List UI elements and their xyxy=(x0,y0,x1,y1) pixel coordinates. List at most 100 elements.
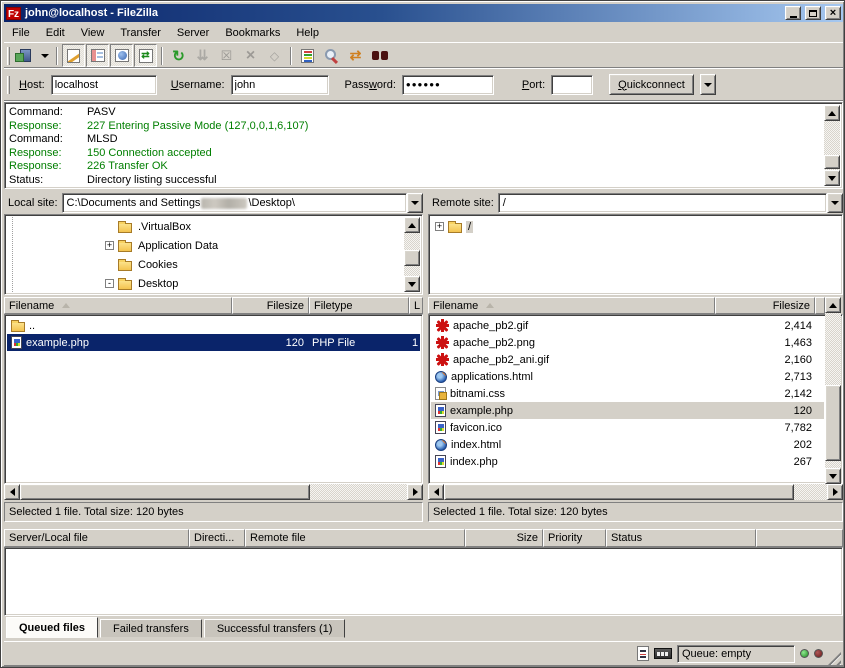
menu-item[interactable]: Edit xyxy=(38,25,73,41)
column-header-filetype[interactable]: Filetype xyxy=(309,297,409,314)
scrollbar-track[interactable] xyxy=(825,313,841,468)
column-header-priority[interactable]: Priority xyxy=(543,529,606,547)
transfer-queue-list[interactable] xyxy=(4,547,843,616)
scrollbar-thumb[interactable] xyxy=(20,484,310,500)
scrollbar-thumb[interactable] xyxy=(825,385,841,461)
scroll-up-button[interactable] xyxy=(404,217,420,233)
log-scrollbar[interactable] xyxy=(824,105,840,186)
file-row[interactable]: example.php 120 xyxy=(431,402,824,419)
file-row[interactable]: example.php 120 PHP File 1 xyxy=(7,334,420,351)
scrollbar-thumb[interactable] xyxy=(404,250,420,266)
scroll-down-button[interactable] xyxy=(404,276,420,292)
toggle-local-tree-button[interactable] xyxy=(86,44,109,67)
toggle-queue-button[interactable] xyxy=(134,44,157,67)
menu-item[interactable]: Help xyxy=(288,25,327,41)
tree-expander[interactable]: + xyxy=(105,241,114,250)
reconnect-button[interactable] xyxy=(263,44,286,67)
port-input[interactable] xyxy=(551,75,593,95)
local-path-dropdown-button[interactable] xyxy=(407,193,423,213)
column-header-remote-file[interactable]: Remote file xyxy=(245,529,465,547)
site-manager-dropdown-button[interactable] xyxy=(38,44,52,67)
find-files-button[interactable] xyxy=(368,44,391,67)
scrollbar-track[interactable] xyxy=(20,484,407,500)
tree-item[interactable]: + Application Data xyxy=(105,236,404,255)
menu-item[interactable]: File xyxy=(4,25,38,41)
local-tree-scrollbar[interactable] xyxy=(404,217,420,292)
scrollbar-thumb[interactable] xyxy=(824,155,840,169)
process-queue-button[interactable] xyxy=(191,44,214,67)
column-header-filesize[interactable]: Filesize xyxy=(715,297,816,314)
column-header-server-local-file[interactable]: Server/Local file xyxy=(4,529,189,547)
resize-grip[interactable] xyxy=(828,652,841,665)
file-row[interactable]: apache_pb2.png 1,463 xyxy=(431,334,824,351)
maximize-button[interactable] xyxy=(805,6,821,20)
toggle-remote-tree-button[interactable] xyxy=(110,44,133,67)
file-row[interactable]: apache_pb2.gif 2,414 xyxy=(431,317,824,334)
column-header-filesize[interactable]: Filesize xyxy=(232,297,309,314)
compare-directories-button[interactable] xyxy=(320,44,343,67)
remote-list-scrollbar[interactable] xyxy=(825,297,841,484)
quickconnect-dropdown-button[interactable] xyxy=(700,74,716,95)
remote-path-combo[interactable]: / xyxy=(498,193,827,213)
local-path-combo[interactable]: C:\Documents and Settings\Desktop\ xyxy=(62,193,407,213)
filter-button[interactable] xyxy=(296,44,319,67)
cancel-operation-button[interactable] xyxy=(215,44,238,67)
disconnect-button[interactable] xyxy=(239,44,262,67)
queue-tab[interactable]: Failed transfers xyxy=(100,619,202,638)
scroll-up-button[interactable] xyxy=(824,105,840,121)
scrollbar-thumb[interactable] xyxy=(444,484,794,500)
remote-path-dropdown-button[interactable] xyxy=(827,193,843,213)
column-header-status[interactable]: Status xyxy=(606,529,756,547)
host-input[interactable] xyxy=(51,75,157,95)
tree-item[interactable]: Cookies xyxy=(105,255,404,274)
file-row[interactable]: .. xyxy=(7,317,420,334)
synchronized-browsing-button[interactable] xyxy=(344,44,367,67)
queue-tab[interactable]: Successful transfers (1) xyxy=(204,619,346,638)
username-input[interactable] xyxy=(231,75,329,95)
queue-tab[interactable]: Queued files xyxy=(6,617,98,638)
scrollbar-track[interactable] xyxy=(444,484,827,500)
tree-item[interactable]: + / xyxy=(435,217,840,236)
toggle-message-log-button[interactable] xyxy=(62,44,85,67)
quickconnect-gripper[interactable] xyxy=(7,76,10,94)
password-input[interactable] xyxy=(402,75,494,95)
speed-limit-icon[interactable] xyxy=(654,648,672,659)
menu-item[interactable]: Server xyxy=(169,25,217,41)
file-row[interactable]: bitnami.css 2,142 xyxy=(431,385,824,402)
site-manager-button[interactable] xyxy=(14,44,37,67)
column-header-filename[interactable]: Filename xyxy=(428,297,715,314)
column-header-size[interactable]: Size xyxy=(465,529,543,547)
local-hscrollbar[interactable] xyxy=(4,484,423,500)
scroll-down-button[interactable] xyxy=(825,468,841,484)
toolbar-gripper[interactable] xyxy=(7,47,10,65)
file-row[interactable]: index.php 267 xyxy=(431,453,824,470)
column-header-lastmodified[interactable]: L xyxy=(409,297,423,314)
quickconnect-button[interactable]: Quickconnect xyxy=(609,74,694,95)
scroll-right-button[interactable] xyxy=(827,484,843,500)
scroll-up-button[interactable] xyxy=(825,297,841,313)
menu-item[interactable]: Bookmarks xyxy=(217,25,288,41)
column-header-direction[interactable]: Directi... xyxy=(189,529,245,547)
file-row[interactable]: apache_pb2_ani.gif 2,160 xyxy=(431,351,824,368)
scrollbar-track[interactable] xyxy=(404,233,420,276)
scroll-left-button[interactable] xyxy=(4,484,20,500)
scroll-down-button[interactable] xyxy=(824,170,840,186)
remote-hscrollbar[interactable] xyxy=(428,484,843,500)
menu-item[interactable]: Transfer xyxy=(112,25,169,41)
file-row[interactable]: applications.html 2,713 xyxy=(431,368,824,385)
tree-item[interactable]: .VirtualBox xyxy=(105,217,404,236)
minimize-button[interactable] xyxy=(785,6,801,20)
file-row[interactable]: favicon.ico 7,782 xyxy=(431,419,824,436)
column-header-filename[interactable]: Filename xyxy=(4,297,232,314)
scroll-right-button[interactable] xyxy=(407,484,423,500)
scroll-left-button[interactable] xyxy=(428,484,444,500)
menu-item[interactable]: View xyxy=(73,25,113,41)
transfer-type-icon[interactable] xyxy=(637,646,649,661)
tree-item[interactable]: - Desktop xyxy=(105,274,404,293)
tree-expander[interactable]: - xyxy=(105,279,114,288)
file-row[interactable]: index.html 202 xyxy=(431,436,824,453)
title-bar[interactable]: Fz john@localhost - FileZilla × xyxy=(4,4,843,22)
close-button[interactable]: × xyxy=(825,6,841,20)
tree-expander[interactable]: + xyxy=(435,222,444,231)
scrollbar-track[interactable] xyxy=(824,121,840,170)
